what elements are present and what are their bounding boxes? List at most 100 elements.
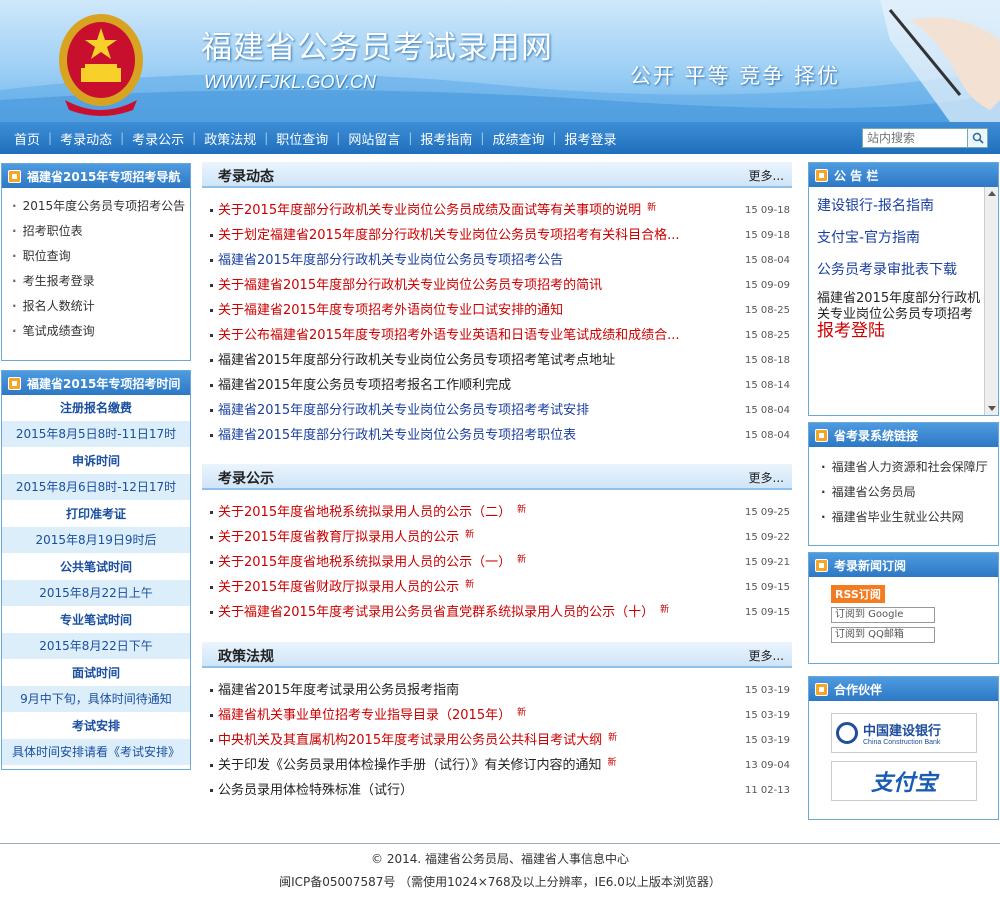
list-item[interactable]: 关于福建省2015年度考试录用公务员省直党群系统拟录用人员的公示（十） 新 15 0… (210, 600, 790, 625)
news-title[interactable]: 关于划定福建省2015年度部分行政机关专业岗位公务员专项招考有关科目合格... (218, 228, 679, 243)
list-item[interactable]: 关于划定福建省2015年度部分行政机关专业岗位公务员专项招考有关科目合格... 1… (210, 223, 790, 248)
list-item[interactable]: 关于2015年度省地税系统拟录用人员的公示（二） 新 15 09-25 (210, 500, 790, 525)
list-item[interactable]: 2015年度公务员专项招考公告 (12, 194, 190, 219)
dynamics-list: 关于2015年度部分行政机关专业岗位公务员成绩及面试等有关事项的说明新 15 09… (210, 198, 790, 448)
news-title[interactable]: 关于2015年度省地税系统拟录用人员的公示（一） (218, 555, 511, 570)
list-item[interactable]: 福建省2015年度考试录用公务员报考指南 15 03-19 (210, 678, 790, 703)
list-item[interactable]: 关于福建省2015年度专项招考外语岗位专业口试安排的通知 15 08-25 (210, 298, 790, 323)
nav-position-query[interactable]: 职位查询 (268, 129, 336, 148)
publicity-more-link[interactable]: 更多... (749, 469, 784, 486)
nav-home[interactable]: 首页 (6, 129, 48, 148)
list-item[interactable]: 关于2015年度省地税系统拟录用人员的公示（一） 新 15 09-21 (210, 550, 790, 575)
list-item[interactable]: 职位查询 (12, 244, 190, 269)
scroll-up-icon[interactable] (987, 191, 996, 196)
news-title[interactable]: 关于福建省2015年度部分行政机关专业岗位公务员专项招考的简讯 (218, 278, 602, 293)
bullet-icon (210, 409, 213, 412)
nav-guide[interactable]: 报考指南 (412, 129, 480, 148)
time-item: 面试时间 9月中下旬，具体时间待通知 (2, 660, 190, 713)
news-date: 15 09-21 (745, 557, 790, 568)
list-item[interactable]: 关于2015年度省教育厅拟录用人员的公示新 15 09-22 (210, 525, 790, 550)
search-button[interactable] (968, 128, 988, 148)
news-title[interactable]: 关于2015年度省教育厅拟录用人员的公示 (218, 530, 459, 545)
nav-login[interactable]: 报考登录 (557, 129, 625, 148)
nav-dynamics[interactable]: 考录动态 (52, 129, 120, 148)
list-item[interactable]: 关于印发《公务员录用体检操作手册（试行）》有关修订内容的通知新 13 09-04 (210, 753, 790, 778)
list-item[interactable]: 福建省2015年度公务员专项招考报名工作顺利完成 15 08-14 (210, 373, 790, 398)
nav-policy[interactable]: 政策法规 (196, 129, 264, 148)
list-item[interactable]: 福建省2015年度部分行政机关专业岗位公务员专项招考职位表 15 08-04 (210, 423, 790, 448)
qq-subscribe-button[interactable]: 订阅到 QQ邮箱 (831, 627, 935, 643)
list-item[interactable]: 福建省2015年度部分行政机关专业岗位公务员专项招考公告 15 08-04 (210, 248, 790, 273)
notice-link[interactable]: 公务员考录审批表下载 (817, 259, 998, 279)
news-title[interactable]: 关于2015年度省财政厅拟录用人员的公示 (218, 580, 459, 595)
news-title[interactable]: 中央机关及其直属机构2015年度考试录用公务员公共科目考试大纲 (218, 733, 602, 748)
news-title[interactable]: 福建省2015年度部分行政机关专业岗位公务员专项招考公告 (218, 253, 563, 268)
news-title[interactable]: 公务员录用体检特殊标准（试行） (218, 783, 413, 798)
google-subscribe-button[interactable]: 订阅到 Google (831, 607, 935, 623)
news-title[interactable]: 福建省机关事业单位招考专业指导目录（2015年） (218, 708, 511, 723)
nav-message[interactable]: 网站留言 (340, 129, 408, 148)
list-item[interactable]: 福建省2015年度部分行政机关专业岗位公务员专项招考笔试考点地址 15 08-18 (210, 348, 790, 373)
news-title[interactable]: 福建省2015年度部分行政机关专业岗位公务员专项招考考试安排 (218, 403, 589, 418)
site-header: 福建省公务员考试录用网 WWW.FJKL.GOV.CN 公开 平等 竞争 择优 (0, 0, 1000, 122)
news-title[interactable]: 福建省2015年度部分行政机关专业岗位公务员专项招考笔试考点地址 (218, 353, 615, 368)
scroll-down-icon[interactable] (988, 406, 996, 411)
list-item[interactable]: 关于福建省2015年度部分行政机关专业岗位公务员专项招考的简讯 15 09-09 (210, 273, 790, 298)
time-label: 面试时间 (2, 660, 190, 686)
notice-link[interactable]: 支付宝-官方指南 (817, 227, 998, 247)
list-item[interactable]: 报名人数统计 (12, 294, 190, 319)
list-item[interactable]: 福建省2015年度部分行政机关专业岗位公务员专项招考考试安排 15 08-04 (210, 398, 790, 423)
publicity-list: 关于2015年度省地税系统拟录用人员的公示（二）新 15 09-25 关于2015年… (210, 500, 790, 625)
site-url: WWW.FJKL.GOV.CN (204, 72, 376, 92)
news-title[interactable]: 福建省2015年度公务员专项招考报名工作顺利完成 (218, 378, 511, 393)
news-title[interactable]: 关于2015年度部分行政机关专业岗位公务员成绩及面试等有关事项的说明 (218, 203, 641, 218)
list-item[interactable]: 关于2015年度部分行政机关专业岗位公务员成绩及面试等有关事项的说明新 15 09… (210, 198, 790, 223)
time-item: 专业笔试时间 2015年8月22日下午 (2, 607, 190, 660)
notice-text-body: 福建省2015年度部分行政机关专业岗位公务员专项招考 (817, 291, 981, 322)
main-content: 福建省2015年专项招考导航 2015年度公务员专项招考公告 招考职位表 职位查… (0, 154, 1000, 834)
rss-button[interactable]: RSS订阅 (831, 585, 885, 603)
notice-login-link[interactable]: 报考登陆 (817, 321, 885, 341)
bullet-icon (210, 689, 213, 692)
ccb-logo[interactable]: 中国建设银行 China Construction Bank (831, 713, 977, 753)
publicity-title: 考录公示 (218, 471, 274, 487)
time-value[interactable]: 具体时间安排请看《考试安排》 (2, 739, 190, 765)
time-label: 注册报名缴费 (2, 395, 190, 421)
bullet-icon (210, 309, 213, 312)
news-title[interactable]: 关于印发《公务员录用体检操作手册（试行）》有关修订内容的通知 (218, 758, 602, 773)
time-label: 申诉时间 (2, 448, 190, 474)
list-item[interactable]: 笔试成绩查询 (12, 319, 190, 344)
list-item[interactable]: 考生报考登录 (12, 269, 190, 294)
news-title[interactable]: 福建省2015年度考试录用公务员报考指南 (218, 683, 459, 698)
news-title[interactable]: 关于2015年度省地税系统拟录用人员的公示（二） (218, 505, 511, 520)
news-date: 15 08-14 (745, 380, 790, 391)
publicity-section-header: 考录公示 更多... (202, 464, 792, 490)
list-item[interactable]: 关于2015年度省财政厅拟录用人员的公示新 15 09-15 (210, 575, 790, 600)
news-date: 15 09-25 (745, 507, 790, 518)
news-date: 15 03-19 (745, 685, 790, 696)
time-value: 2015年8月6日8时-12日17时 (2, 474, 190, 500)
dynamics-more-link[interactable]: 更多... (749, 167, 784, 184)
news-title[interactable]: 关于福建省2015年度考试录用公务员省直党群系统拟录用人员的公示（十） (218, 605, 654, 620)
exam-time-title: 福建省2015年专项招考时间 (27, 376, 181, 391)
notice-link[interactable]: 建设银行-报名指南 (817, 195, 998, 215)
search-input[interactable] (862, 128, 968, 148)
site-title: 福建省公务员考试录用网 (201, 30, 553, 66)
policy-more-link[interactable]: 更多... (749, 647, 784, 664)
alipay-logo[interactable]: 支付宝 (831, 761, 977, 801)
list-item[interactable]: 公务员录用体检特殊标准（试行） 11 02-13 (210, 778, 790, 803)
list-item[interactable]: 福建省人力资源和社会保障厅 (821, 455, 998, 480)
news-title[interactable]: 福建省2015年度部分行政机关专业岗位公务员专项招考职位表 (218, 428, 576, 443)
news-title[interactable]: 关于福建省2015年度专项招考外语岗位专业口试安排的通知 (218, 303, 563, 318)
nav-publicity[interactable]: 考录公示 (124, 129, 192, 148)
list-item[interactable]: 关于公布福建省2015年度专项招考外语专业英语和日语专业笔试成绩和成绩合... 1… (210, 323, 790, 348)
notice-scrollbar[interactable] (984, 187, 998, 415)
list-item[interactable]: 福建省毕业生就业公共网 (821, 505, 998, 530)
nav-score-query[interactable]: 成绩查询 (484, 129, 552, 148)
list-item[interactable]: 招考职位表 (12, 219, 190, 244)
list-item[interactable]: 福建省公务员局 (821, 480, 998, 505)
news-date: 15 09-15 (745, 607, 790, 618)
news-title[interactable]: 关于公布福建省2015年度专项招考外语专业英语和日语专业笔试成绩和成绩合... (218, 328, 679, 343)
list-item[interactable]: 中央机关及其直属机构2015年度考试录用公务员公共科目考试大纲新 15 03-19 (210, 728, 790, 753)
list-item[interactable]: 福建省机关事业单位招考专业指导目录（2015年） 新 15 03-19 (210, 703, 790, 728)
